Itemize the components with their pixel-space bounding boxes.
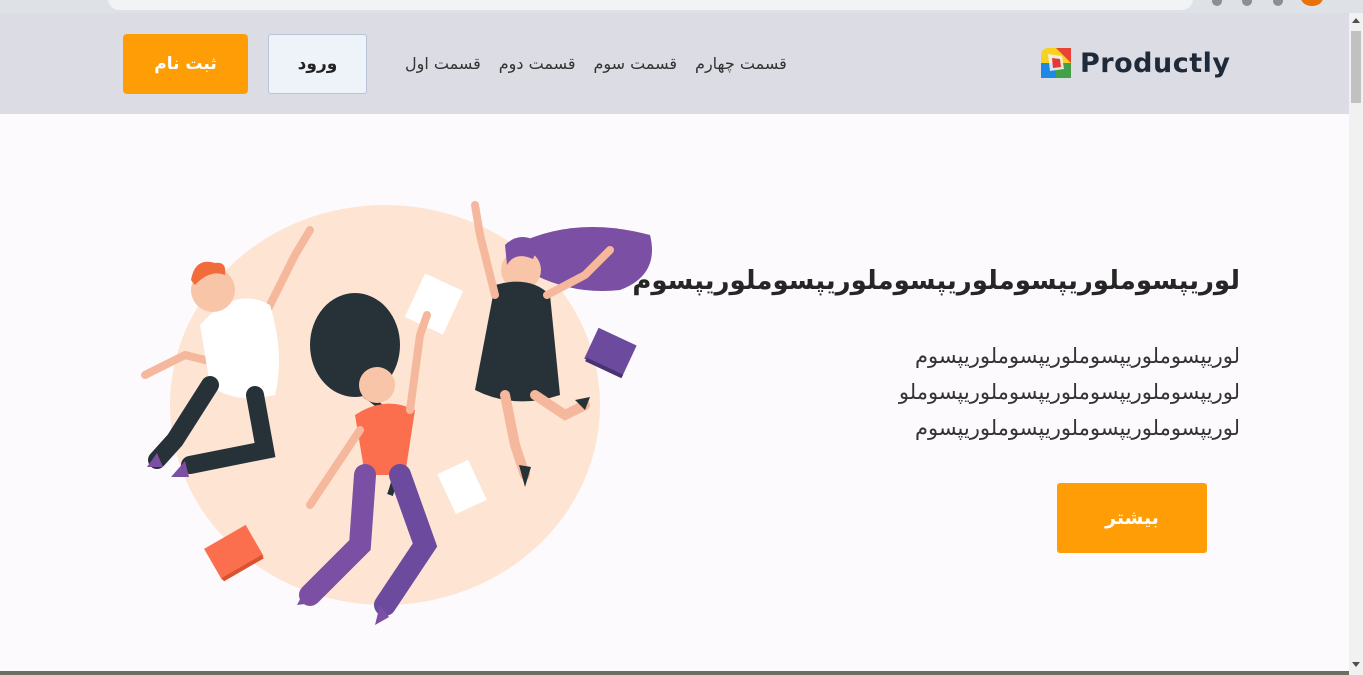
nav-link-part-4[interactable]: قسمت چهارم xyxy=(695,54,787,73)
scroll-thumb[interactable] xyxy=(1351,31,1361,103)
navbar: Productly قسمت اول قسمت دوم قسمت سوم قسم… xyxy=(0,13,1349,114)
scroll-up-icon[interactable] xyxy=(1352,18,1360,23)
extension-icon[interactable] xyxy=(1212,0,1222,6)
hero-description: لوریپسوملوریپسوملوریپسوملوریپسوم لوریپسو… xyxy=(780,338,1240,446)
nav-link-part-3[interactable]: قسمت سوم xyxy=(594,54,678,73)
hero-line: لوریپسوملوریپسوملوریپسوملوریپسوملو xyxy=(898,380,1240,404)
scroll-down-icon[interactable] xyxy=(1352,662,1360,667)
nav-link-part-1[interactable]: قسمت اول xyxy=(405,54,481,73)
productly-logo-icon xyxy=(1041,48,1071,78)
nav-links: قسمت اول قسمت دوم قسمت سوم قسمت چهارم xyxy=(405,51,820,75)
reading-list-icon[interactable] xyxy=(1273,0,1283,6)
browser-chrome-strip xyxy=(0,0,1363,13)
nav-link-part-2[interactable]: قسمت دوم xyxy=(499,54,576,73)
more-button[interactable]: بیشتر xyxy=(1057,483,1207,553)
hero-line: لوریپسوملوریپسوملوریپسوملوریپسوم xyxy=(914,416,1240,440)
taskbar-strip xyxy=(0,671,1349,675)
extensions-icon[interactable] xyxy=(1242,0,1252,6)
signup-button[interactable]: ثبت نام xyxy=(123,34,248,94)
brand-name: Productly xyxy=(1080,47,1231,79)
profile-avatar[interactable] xyxy=(1301,0,1323,6)
login-button[interactable]: ورود xyxy=(268,34,367,94)
vertical-scrollbar[interactable] xyxy=(1349,13,1363,675)
brand-logo[interactable]: Productly xyxy=(1040,43,1230,83)
hero-title: لوریپسوملوریپسوملوریپسوملوریپسوملوریپسوم xyxy=(632,266,1240,296)
jumping-people-illustration xyxy=(141,201,652,625)
hero-line: لوریپسوملوریپسوملوریپسوملوریپسوم xyxy=(914,344,1240,368)
address-bar[interactable] xyxy=(108,0,1193,10)
